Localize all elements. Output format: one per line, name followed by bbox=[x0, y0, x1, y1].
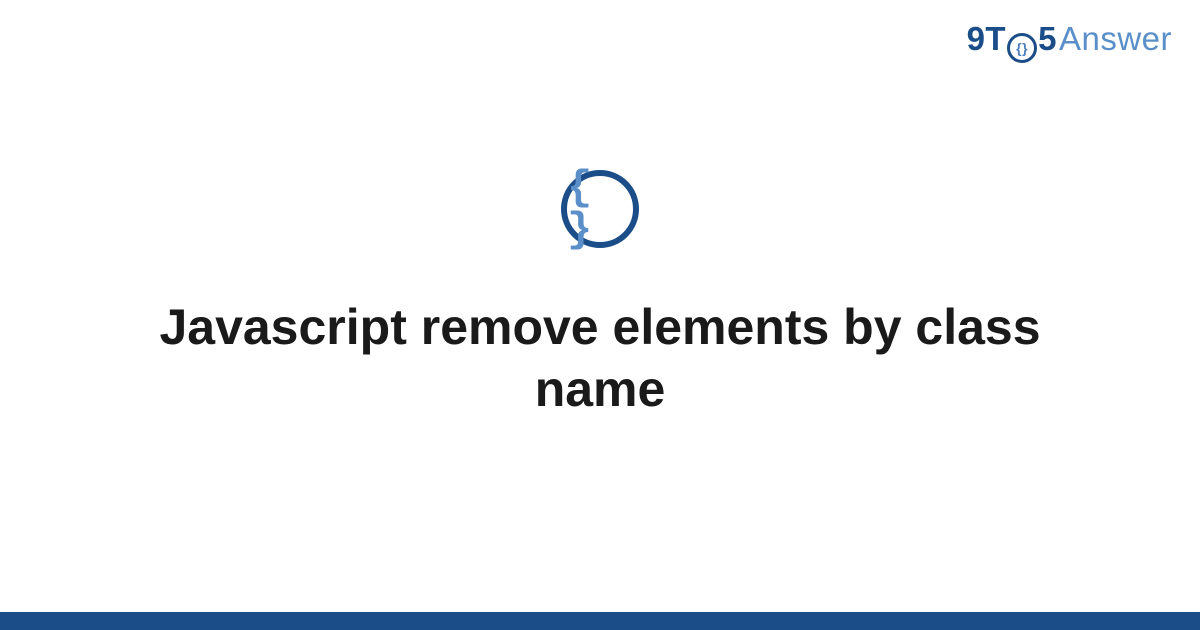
topic-braces-icon: { } bbox=[561, 170, 639, 248]
main-content: { } Javascript remove elements by class … bbox=[0, 0, 1200, 630]
footer-accent-bar bbox=[0, 612, 1200, 630]
page-title: Javascript remove elements by class name bbox=[140, 296, 1060, 421]
